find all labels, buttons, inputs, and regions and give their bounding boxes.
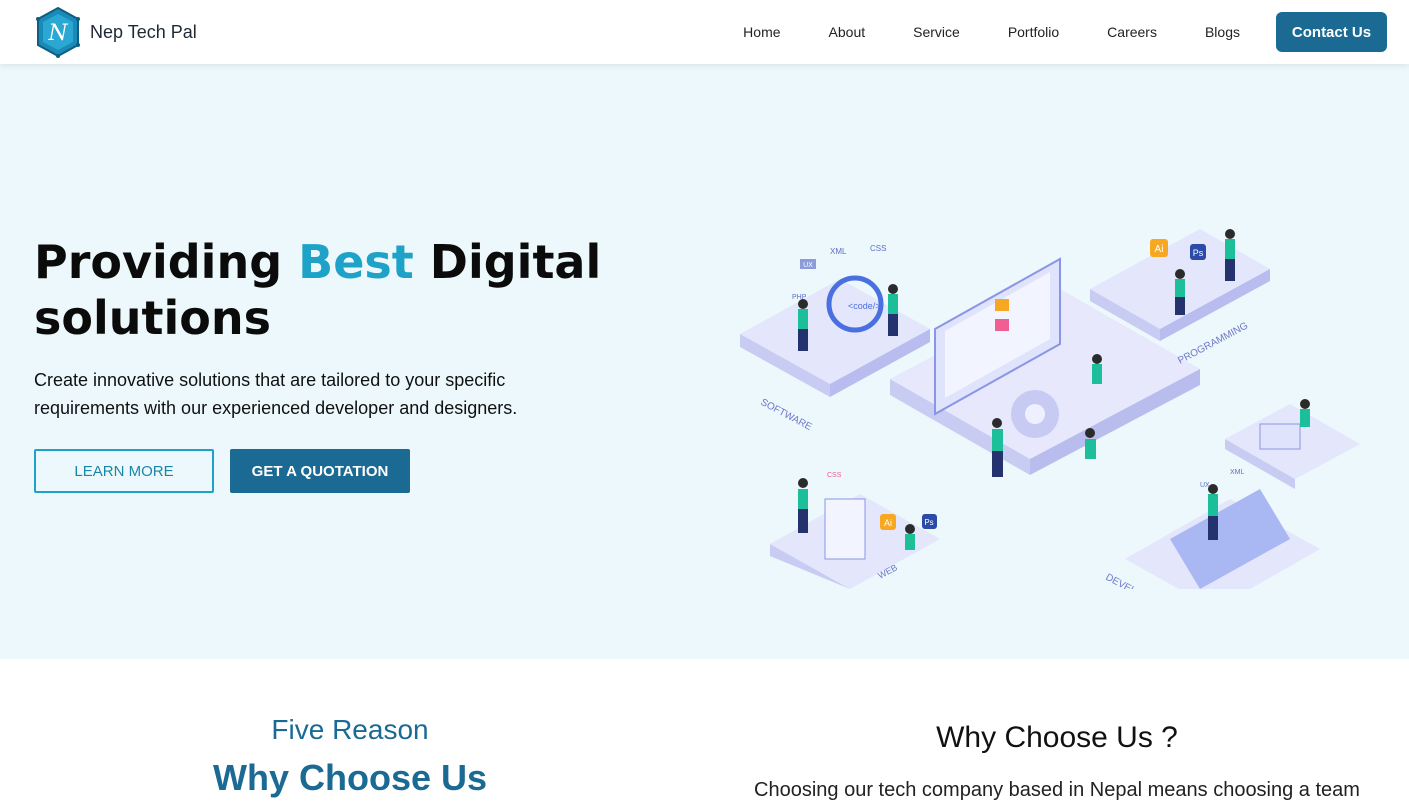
- hero-section: Providing Best Digital solutions Create …: [0, 64, 1409, 659]
- get-quotation-button[interactable]: GET A QUOTATION: [230, 449, 410, 493]
- contact-us-button[interactable]: Contact Us: [1276, 12, 1387, 52]
- hero-title-part1: Providing: [34, 235, 299, 289]
- top-navigation-bar: N Nep Tech Pal Home About Service Portfo…: [0, 0, 1409, 64]
- logo-icon: N: [36, 6, 80, 58]
- ps-tag-1: Ps: [1193, 248, 1204, 258]
- ai-tag-1: Ai: [1155, 244, 1164, 255]
- nav-blogs[interactable]: Blogs: [1205, 24, 1240, 40]
- ux-tag-2: UX: [1200, 482, 1210, 489]
- xml-tag-1: XML: [830, 247, 847, 256]
- hero-title: Providing Best Digital solutions: [34, 234, 634, 346]
- hero-description: Create innovative solutions that are tai…: [34, 370, 518, 418]
- why-choose-us-heading: Why Choose Us: [212, 757, 488, 798]
- why-choose-us-description: Choosing our tech company based in Nepal…: [754, 779, 1360, 801]
- code-tag: <code/>: [848, 301, 881, 311]
- software-label: SOFTWARE: [759, 397, 814, 433]
- main-nav: Home About Service Portfolio Careers Blo…: [719, 12, 1387, 52]
- nav-home[interactable]: Home: [743, 24, 780, 40]
- xml-tag-2: XML: [1230, 469, 1245, 476]
- why-choose-us-question: Why Choose Us ?: [936, 721, 1178, 754]
- brand-logo-link[interactable]: N Nep Tech Pal: [30, 4, 197, 60]
- logo-letter: N: [47, 21, 68, 46]
- programming-label: PROGRAMMING: [1176, 320, 1250, 366]
- hero-title-accent: Best: [298, 235, 414, 289]
- brand-name: Nep Tech Pal: [90, 21, 197, 42]
- css-tag-2: CSS: [827, 472, 842, 479]
- nav-portfolio[interactable]: Portfolio: [1008, 24, 1059, 40]
- css-tag-1: CSS: [870, 244, 886, 253]
- ux-tag-1: UX: [803, 262, 813, 269]
- nav-service[interactable]: Service: [913, 24, 960, 40]
- nav-about[interactable]: About: [829, 24, 866, 40]
- why-choose-us-section: Five Reason Why Choose Us Why Choose Us …: [0, 659, 1409, 809]
- digital-solutions-illustration: UX XML CSS PHP <code/> SOFTWARE Ai Ps PR…: [740, 229, 1360, 589]
- five-reason-subtitle: Five Reason: [271, 714, 429, 745]
- ps-tag-2: Ps: [924, 518, 933, 527]
- ai-tag-2: Ai: [884, 518, 892, 528]
- learn-more-button[interactable]: LEARN MORE: [34, 449, 214, 493]
- nav-careers[interactable]: Careers: [1107, 24, 1157, 40]
